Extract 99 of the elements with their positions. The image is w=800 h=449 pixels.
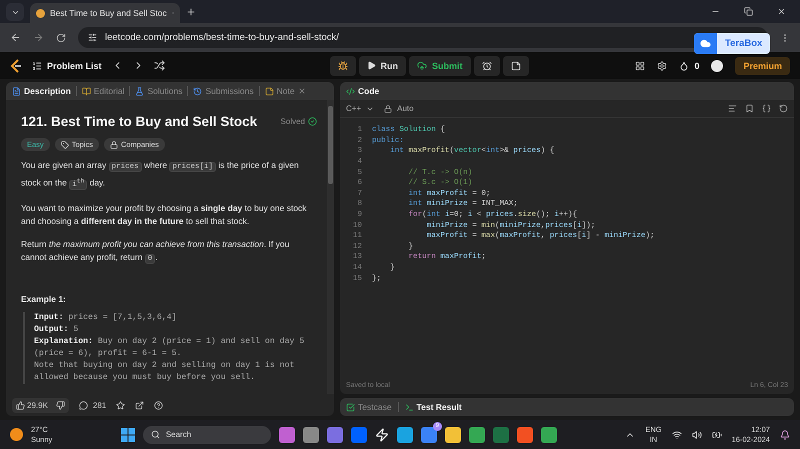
wifi-icon[interactable] [672,430,682,440]
battery-icon[interactable] [712,430,722,440]
notes-button[interactable] [502,56,529,76]
volume-icon[interactable] [692,430,702,440]
lightning-icon[interactable] [374,428,389,442]
app-icon[interactable] [278,426,295,442]
cloud-icon [700,38,711,49]
run-button[interactable]: Run [358,56,406,76]
problem-list-link[interactable]: Problem List [32,60,102,70]
bell-icon[interactable] [780,430,790,440]
terminal-icon [404,402,414,412]
site-settings-icon[interactable] [88,33,97,42]
example-line: Input: prices = [7,1,5,3,6,4] [34,312,178,324]
like-button[interactable]: 29.9K [12,398,69,412]
windows-icon[interactable] [120,428,135,442]
braces-icon[interactable] [762,104,771,113]
panel-tab[interactable]: Note [264,86,306,96]
comment-icon [78,400,88,410]
logo-icon[interactable] [10,58,22,72]
example-line: (price = 6), profit = 6-1 = 5. [34,348,182,360]
url-text: leetcode.com/problems/best-time-to-buy-and-sell-stock/ [105,32,339,43]
panel-tab[interactable]: Test Result [404,402,462,412]
app-icon[interactable] [302,426,319,442]
bookmark-icon[interactable] [745,104,754,113]
debug-button[interactable] [330,56,356,76]
shuffle-icon[interactable] [154,60,165,71]
tab-title: Best Time to Buy and Sell Stoc [50,8,167,18]
format-icon[interactable] [728,104,737,113]
app-icon[interactable] [350,426,367,442]
star-icon[interactable] [116,400,126,410]
alarm-clock-icon [482,60,492,70]
panel-tab[interactable]: Submissions [193,86,254,96]
auto-mode[interactable]: Auto [384,104,414,113]
example-line: allowed because you must buy before you sell. [34,372,256,384]
restore-icon[interactable] [744,7,753,16]
document-icon [12,86,21,96]
mail-icon[interactable] [420,426,437,442]
thumbs-up-icon [16,400,25,410]
app-icon[interactable] [326,426,343,442]
solved-status: Solved [280,117,317,126]
new-tab-icon[interactable] [186,6,196,16]
play-icon [366,61,376,70]
premium-button[interactable]: Premium [735,56,790,74]
thumbs-down-icon [56,400,65,410]
search-field[interactable]: Search [142,426,271,444]
grid-icon[interactable] [635,60,646,70]
panel-tab[interactable]: Editorial [82,86,124,96]
note-icon [264,86,274,96]
share-icon[interactable] [135,400,144,410]
reload-icon[interactable] [56,32,66,42]
settings-icon[interactable] [657,60,668,70]
streak-counter[interactable]: 0 [679,60,700,70]
example-line: Explanation: Buy on day 2 (price = 1) and sell on day 5 [34,336,306,348]
note-icon [510,60,521,70]
example-title: Example 1: [21,294,67,304]
comments-button[interactable]: 281 [78,400,106,410]
site-icon [36,8,45,18]
app-icon[interactable] [492,426,509,442]
reset-icon[interactable] [779,104,788,113]
language-select[interactable]: C++ [346,104,374,113]
search-icon [150,430,160,439]
lock-icon [110,140,118,148]
list-icon [32,60,42,70]
drop-icon [679,60,690,70]
app-icon[interactable] [540,426,557,442]
avatar[interactable] [711,60,724,72]
checkbox-icon [346,402,355,412]
panel-tab[interactable]: Testcase [346,402,392,412]
book-icon [82,86,91,96]
flask-icon [135,86,144,96]
sun-icon [10,428,23,441]
check-circle-icon [308,117,317,126]
app-icon[interactable] [516,426,533,442]
browser-tab[interactable]: Best Time to Buy and Sell Stoc [30,3,180,23]
code-icon [346,86,355,96]
app-icon[interactable] [396,426,413,442]
close-icon[interactable] [777,7,786,16]
tag-icon [60,140,69,148]
timer-button[interactable] [474,56,500,76]
submit-button[interactable]: Submit [409,56,471,76]
code-tab[interactable]: Code [346,86,380,96]
example-line: Note that buying on day 2 and selling on day 1 is not [34,360,296,372]
problem-title: 121. Best Time to Buy and Sell Stock [21,114,258,129]
description-paragraph: You want to maximize your profit by choosing a single day to buy one stock and choosing a different day in the future to sell that stock. [21,202,308,228]
bug-icon [338,60,348,70]
lock-icon [384,104,392,112]
scrollbar[interactable] [327,100,334,394]
panel-tab[interactable]: Solutions [135,86,182,96]
history-icon [193,86,202,96]
panel-tab[interactable]: Description [12,86,71,96]
terabox-badge[interactable]: TeraBox [694,33,770,54]
help-icon[interactable] [154,400,164,410]
app-icon[interactable] [468,426,485,442]
close-icon [298,87,306,95]
folder-icon[interactable] [444,426,461,442]
example-line: Output: 5 [34,324,80,336]
cloud-upload-icon [417,60,428,70]
forward-icon[interactable] [33,32,44,43]
back-icon[interactable] [10,32,21,43]
